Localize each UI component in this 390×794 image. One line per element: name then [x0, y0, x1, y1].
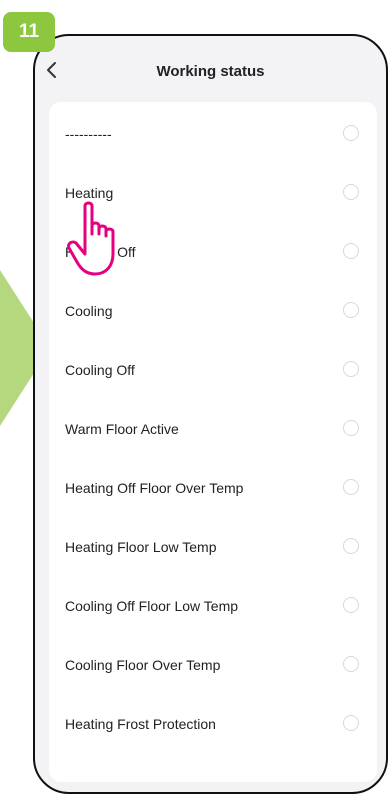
option-label: Cooling Off [65, 362, 135, 378]
option-cooling-off-floor-low-temp[interactable]: Cooling Off Floor Low Temp [49, 578, 377, 634]
option-warm-floor-active[interactable]: Warm Floor Active [49, 401, 377, 457]
radio-button[interactable] [343, 479, 359, 495]
option-cooling-off[interactable]: Cooling Off [49, 342, 377, 398]
option-cooling[interactable]: Cooling [49, 283, 377, 339]
radio-button[interactable] [343, 656, 359, 672]
page-title: Working status [156, 63, 265, 80]
option-label: ---------- [65, 126, 112, 142]
tap-hand-icon [67, 201, 115, 276]
option-heating-off-floor-over-temp[interactable]: Heating Off Floor Over Temp [49, 460, 377, 516]
option-label: Cooling Off Floor Low Temp [65, 598, 239, 614]
option-heating-frost-protection[interactable]: Heating Frost Protection [49, 696, 377, 752]
option-label: Heating Off Floor Over Temp [65, 480, 244, 496]
option-label: Warm Floor Active [65, 421, 179, 437]
option-cooling-floor-over-temp[interactable]: Cooling Floor Over Temp [49, 637, 377, 693]
phone-frame: Working status ---------- Heating Heatin… [33, 34, 388, 794]
radio-button[interactable] [343, 243, 359, 259]
header: Working status [35, 36, 386, 102]
radio-button[interactable] [343, 361, 359, 377]
option-heating-floor-low-temp[interactable]: Heating Floor Low Temp [49, 519, 377, 575]
option-label: Cooling Floor Over Temp [65, 657, 221, 673]
radio-button[interactable] [343, 184, 359, 200]
option-label: Heating Frost Protection [65, 716, 216, 732]
radio-button[interactable] [343, 125, 359, 141]
radio-button[interactable] [343, 715, 359, 731]
radio-button[interactable] [343, 538, 359, 554]
option-none[interactable]: ---------- [49, 106, 377, 162]
radio-button[interactable] [343, 597, 359, 613]
radio-button[interactable] [343, 302, 359, 318]
option-label: Cooling [65, 303, 113, 319]
step-number-badge: 11 [3, 12, 55, 52]
radio-button[interactable] [343, 420, 359, 436]
option-label: Heating Floor Low Temp [65, 539, 217, 555]
